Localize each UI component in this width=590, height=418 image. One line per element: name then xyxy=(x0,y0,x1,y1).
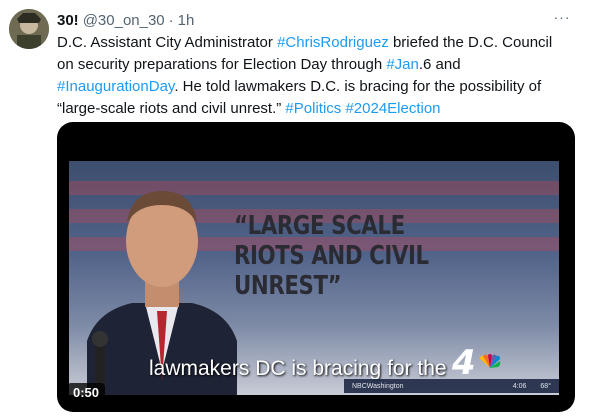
hashtag-link[interactable]: #InaugurationDay xyxy=(57,78,174,95)
author-name[interactable]: 30! xyxy=(57,12,79,29)
hashtag-link[interactable]: #ChrisRodriguez xyxy=(277,34,389,51)
tweet-text-line: #InaugurationDay. He told lawmakers D.C.… xyxy=(57,76,577,98)
station-clock: 4:06 xyxy=(512,382,527,390)
separator-dot: · xyxy=(168,11,174,29)
tweet-text-segment: “large-scale riots and civil unrest.” xyxy=(57,100,286,117)
tweet-text-segment: briefed the D.C. Council xyxy=(388,34,553,51)
station-name: NBCWashington xyxy=(352,382,404,390)
video-caption: lawmakers DC is bracing for the xyxy=(149,357,447,380)
author-handle[interactable]: @30_on_30 xyxy=(83,12,165,29)
station-lower-bar: NBCWashington 4:06 68° xyxy=(344,379,559,393)
video-duration: 0:50 xyxy=(67,383,106,402)
video-player[interactable]: “LARGE SCALE RIOTS AND CIVIL UNREST” law… xyxy=(57,122,575,412)
tweet-time[interactable]: 1h xyxy=(178,12,195,29)
tweet-text-line: D.C. Assistant City Administrator #Chris… xyxy=(57,32,577,54)
station-temperature: 68° xyxy=(540,382,551,390)
tweet-text-segment: . He told lawmakers D.C. is bracing for … xyxy=(174,78,542,95)
more-options-icon[interactable]: ··· xyxy=(550,7,574,27)
tweet: 30! @30_on_30 · 1h ··· D.C. Assistant Ci… xyxy=(0,0,590,418)
tweet-text-segment: .6 and xyxy=(418,56,461,73)
avatar-image xyxy=(9,9,49,49)
station-number: 4 xyxy=(452,343,476,383)
peacock-icon xyxy=(480,354,501,368)
tweet-text-line: on security preparations for Election Da… xyxy=(57,54,577,76)
tweet-header: 30! @30_on_30 · 1h xyxy=(57,10,194,30)
tweet-text-line: “large-scale riots and civil unrest.” #P… xyxy=(57,98,577,120)
avatar[interactable] xyxy=(9,9,49,49)
hashtag-link[interactable]: #Jan xyxy=(386,56,419,73)
video-quote-text: “LARGE SCALE RIOTS AND CIVIL UNREST” xyxy=(234,211,429,301)
hashtag-link[interactable]: #Politics xyxy=(285,100,341,117)
hashtag-link[interactable]: #2024Election xyxy=(345,100,440,117)
video-frame[interactable]: “LARGE SCALE RIOTS AND CIVIL UNREST” law… xyxy=(69,161,559,395)
tweet-text-segment: D.C. Assistant City Administrator xyxy=(57,34,278,51)
nbc4-logo: 4 xyxy=(452,343,512,383)
tweet-text: D.C. Assistant City Administrator #Chris… xyxy=(57,32,577,120)
tweet-text-segment: on security preparations for Election Da… xyxy=(57,56,387,73)
